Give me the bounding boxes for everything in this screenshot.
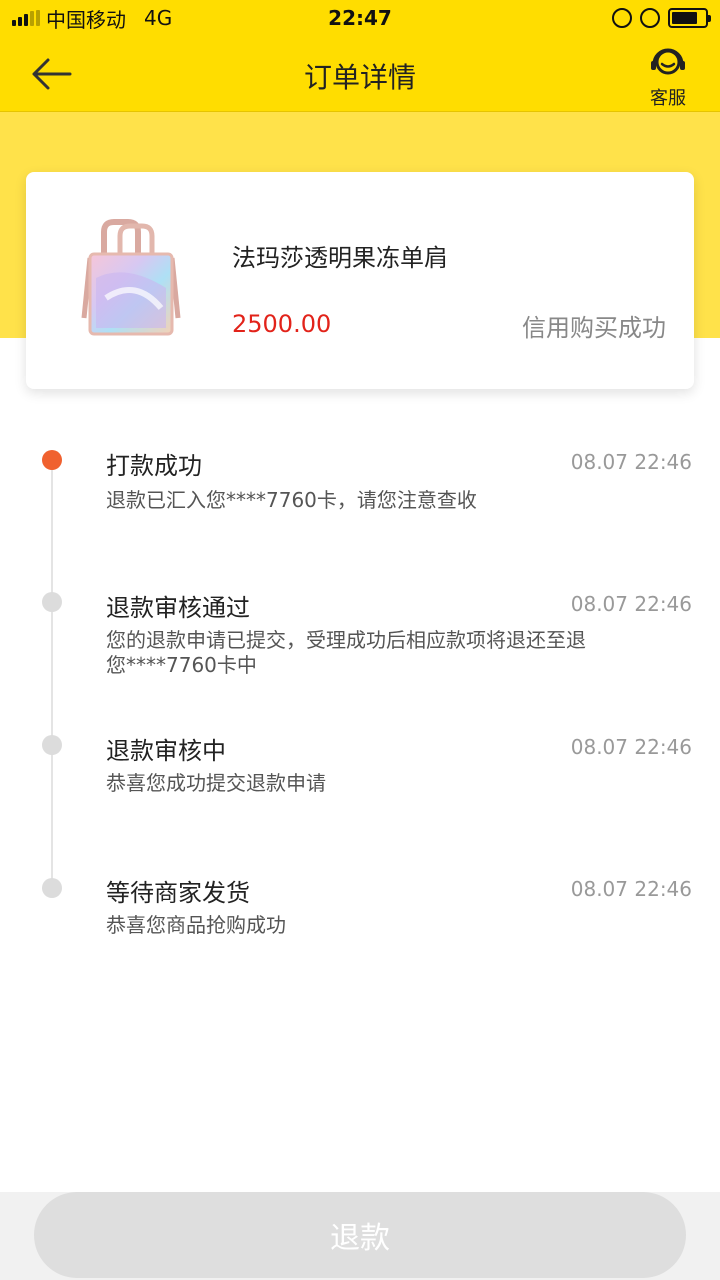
status-bar: 中国移动 4G 22:47 (0, 0, 720, 36)
bottom-bar: 退款 (0, 1192, 720, 1280)
timeline-desc: 您的退款申请已提交，受理成功后相应款项将退还至退您****7760卡中 (106, 628, 586, 677)
timeline-dot (42, 735, 62, 755)
purchase-status: 信用购买成功 (522, 314, 666, 342)
service-label: 客服 (650, 88, 686, 109)
timeline-line (51, 460, 53, 888)
page-title: 订单详情 (303, 61, 416, 94)
timeline-dot-active (42, 450, 62, 470)
alarm-icon (640, 8, 660, 28)
timeline-dot (42, 592, 62, 612)
timeline-desc: 恭喜您商品抢购成功 (106, 913, 286, 937)
timeline-desc: 恭喜您成功提交退款申请 (106, 771, 326, 795)
rotation-lock-icon (612, 8, 632, 28)
timeline-title: 打款成功 (106, 452, 202, 480)
timeline-dot (42, 878, 62, 898)
battery-icon (668, 8, 711, 28)
timeline-title: 退款审核中 (106, 737, 226, 765)
signal-icon (12, 10, 40, 26)
timeline-time: 08.07 22:46 (570, 450, 692, 474)
timeline-time: 08.07 22:46 (570, 592, 692, 616)
product-card[interactable]: 法玛莎透明果冻单肩 2500.00 信用购买成功 (26, 172, 694, 389)
timeline-title: 退款审核通过 (106, 594, 250, 622)
status-right (612, 8, 711, 28)
carrier-label: 中国移动 (46, 7, 126, 32)
timeline-title: 等待商家发货 (106, 879, 250, 907)
status-left: 中国移动 4G (12, 4, 172, 33)
customer-service-button[interactable]: 客服 (644, 44, 692, 110)
headset-icon (651, 48, 685, 75)
network-label: 4G (144, 6, 173, 30)
refund-button[interactable]: 退款 (34, 1192, 686, 1278)
nav-bar: 订单详情 客服 (0, 36, 720, 112)
timeline-desc: 退款已汇入您****7760卡，请您注意查收 (106, 488, 477, 512)
product-image (81, 219, 181, 336)
product-price: 2500.00 (232, 310, 332, 338)
product-name: 法玛莎透明果冻单肩 (232, 244, 448, 272)
timeline-time: 08.07 22:46 (570, 735, 692, 759)
timeline-time: 08.07 22:46 (570, 877, 692, 901)
